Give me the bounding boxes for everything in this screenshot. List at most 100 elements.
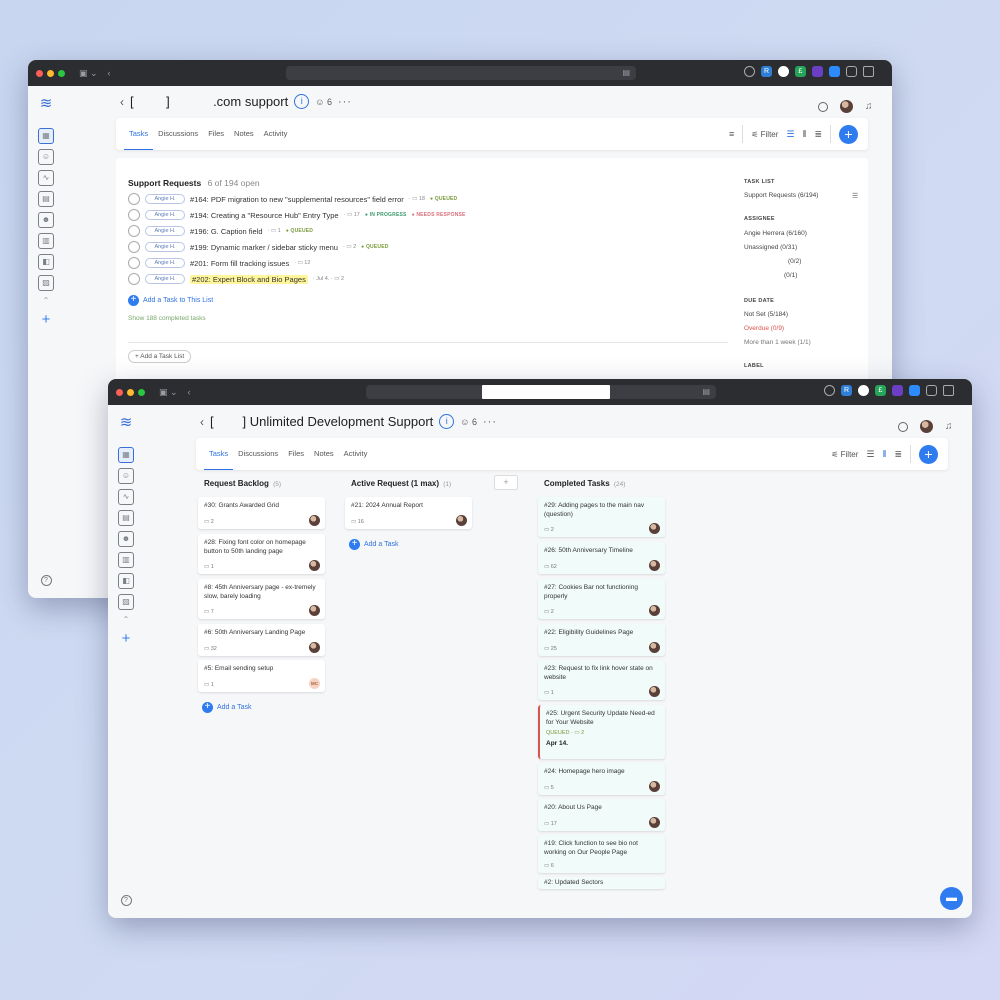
add-button[interactable]: +	[839, 125, 858, 144]
download-icon[interactable]	[824, 385, 835, 396]
task-list-title[interactable]: Support Requests 6 of 194 open	[128, 178, 260, 188]
task-card[interactable]: #30: Grants Awarded Grid ▭ 2	[198, 497, 325, 529]
tab-discussions[interactable]: Discussions	[153, 118, 203, 150]
back-icon[interactable]: ‹	[200, 415, 204, 429]
gantt-view-icon[interactable]: ≣	[894, 449, 902, 460]
extension-r-icon[interactable]: R	[841, 385, 852, 396]
search-icon[interactable]	[898, 422, 908, 432]
tab-notes[interactable]: Notes	[229, 118, 259, 150]
add-column-button[interactable]: +	[494, 475, 518, 490]
assignee-chip[interactable]: Angie H.	[145, 242, 185, 252]
board-view-icon[interactable]: ⦀	[802, 129, 806, 140]
maximize-window-button[interactable]	[58, 70, 65, 77]
assignee-chip[interactable]: Angie H.	[145, 226, 185, 236]
extension-r-icon[interactable]: R	[761, 66, 772, 77]
people-icon[interactable]: ☻	[38, 212, 54, 228]
extension-green-icon[interactable]: £	[875, 385, 886, 396]
column-header-active-request[interactable]: Active Request (1 max) (1)	[351, 479, 451, 488]
due-date-filter-option[interactable]: More than 1 week (1/1)	[744, 339, 811, 346]
add-task-list-button[interactable]: + Add a Task List	[128, 350, 191, 363]
bell-icon[interactable]: ♫	[865, 101, 873, 112]
app-logo-icon[interactable]: ≋	[40, 94, 53, 112]
dashboard-icon[interactable]: ▦	[118, 447, 134, 463]
more-options-icon[interactable]: ···	[338, 96, 352, 108]
search-icon[interactable]	[818, 102, 828, 112]
extension-blue-icon[interactable]	[909, 385, 920, 396]
assignee-filter-option[interactable]: (0/2)	[788, 258, 801, 265]
chat-icon[interactable]: ▬	[940, 887, 963, 910]
tab-discussions[interactable]: Discussions	[233, 438, 283, 470]
more-options-icon[interactable]: ···	[483, 416, 497, 428]
members-count[interactable]: ☺ 6	[315, 97, 332, 107]
bell-icon[interactable]: ♫	[945, 421, 953, 432]
column-header-request-backlog[interactable]: Request Backlog (5)	[204, 479, 281, 488]
task-checkbox[interactable]	[128, 225, 140, 237]
list-view-icon[interactable]: ☰	[866, 449, 874, 460]
share-icon[interactable]	[863, 66, 874, 77]
assignee-chip[interactable]: Angie H.	[145, 274, 185, 284]
task-card[interactable]: #29: Adding pages to the main nav (quest…	[538, 497, 665, 537]
help-icon[interactable]: ?	[121, 895, 132, 906]
task-list-filter-option[interactable]: Support Requests (6/194)	[744, 192, 818, 199]
calendar-icon[interactable]: ▤	[118, 510, 134, 526]
add-button[interactable]: +	[919, 445, 938, 464]
share-icon[interactable]	[943, 385, 954, 396]
task-card[interactable]: #23: Request to fix link hover state on …	[538, 660, 665, 700]
tab-notes[interactable]: Notes	[309, 438, 339, 470]
extension-purple-icon[interactable]	[812, 66, 823, 77]
filter-button[interactable]: ⚟ Filter	[831, 450, 858, 459]
back-arrow-icon[interactable]: ‹	[188, 387, 191, 397]
info-icon[interactable]: i	[294, 94, 309, 109]
tab-activity[interactable]: Activity	[339, 438, 373, 470]
help-icon[interactable]: ?	[41, 575, 52, 586]
show-completed-link[interactable]: Show 188 completed tasks	[128, 315, 206, 322]
task-card[interactable]: #2: Updated Sectors	[538, 877, 665, 889]
task-row[interactable]: Angie H. #164: PDF migration to new "sup…	[128, 193, 457, 205]
task-name[interactable]: #202: Expert Block and Bio Pages	[190, 275, 308, 284]
column-header-completed-tasks[interactable]: Completed Tasks (24)	[544, 479, 625, 488]
task-card[interactable]: #19: Click function to see bio not worki…	[538, 835, 665, 873]
sidebar-toggle-icon[interactable]: ▣ ⌄	[79, 68, 98, 79]
minimize-window-button[interactable]	[47, 70, 54, 77]
task-card[interactable]: #28: Fixing font color on homepage butto…	[198, 534, 325, 574]
tab-tasks[interactable]: Tasks	[204, 438, 233, 470]
extension-blue-icon[interactable]	[829, 66, 840, 77]
reports-icon[interactable]: ∿	[38, 170, 54, 186]
people-icon[interactable]: ☻	[118, 531, 134, 547]
task-checkbox[interactable]	[128, 241, 140, 253]
add-project-icon[interactable]: +	[42, 311, 51, 328]
chevron-up-icon[interactable]: ⌃	[43, 296, 50, 305]
notes-icon[interactable]: ◧	[118, 573, 134, 589]
filter-button[interactable]: ⚟ Filter	[751, 130, 778, 139]
task-name[interactable]: #199: Dynamic marker / sidebar sticky me…	[190, 243, 338, 252]
clipboard-icon[interactable]: ▥	[118, 552, 134, 568]
trash-icon[interactable]: ▨	[38, 275, 54, 291]
shield-icon[interactable]	[926, 385, 937, 396]
user-avatar[interactable]	[920, 420, 933, 433]
reports-icon[interactable]: ∿	[118, 489, 134, 505]
minimize-window-button[interactable]	[127, 389, 134, 396]
task-row[interactable]: Angie H. #196: G. Caption field · ▭ 1 ● …	[128, 225, 313, 237]
address-bar[interactable]: ▤	[366, 385, 716, 399]
download-icon[interactable]	[744, 66, 755, 77]
task-card[interactable]: #5: Email sending setup ▭ 1 MC	[198, 660, 325, 692]
page-menu-icon[interactable]: ▤	[702, 387, 710, 396]
tab-files[interactable]: Files	[283, 438, 309, 470]
assignee-filter-option[interactable]: Angie Herrera (6/160)	[744, 230, 807, 237]
members-count[interactable]: ☺ 6	[460, 417, 477, 427]
add-task-button[interactable]: + Add a Task	[202, 702, 252, 713]
notes-icon[interactable]: ◧	[38, 254, 54, 270]
extension-green-icon[interactable]: £	[795, 66, 806, 77]
task-row[interactable]: Angie H. #202: Expert Block and Bio Page…	[128, 273, 344, 285]
task-checkbox[interactable]	[128, 257, 140, 269]
task-card[interactable]: #24: Homepage hero image ▭ 5	[538, 763, 665, 795]
task-name[interactable]: #196: G. Caption field	[190, 227, 263, 236]
tab-files[interactable]: Files	[203, 118, 229, 150]
app-logo-icon[interactable]: ≋	[120, 413, 133, 431]
task-card[interactable]: #22: Eligibility Guidelines Page ▭ 25	[538, 624, 665, 656]
task-checkbox[interactable]	[128, 209, 140, 221]
dashboard-icon[interactable]: ▦	[38, 128, 54, 144]
list-menu-icon[interactable]: ☰	[852, 192, 858, 200]
task-card[interactable]: #21: 2024 Annual Report ▭ 16	[345, 497, 472, 529]
task-card[interactable]: #8: 45th Anniversary page - ex-tremely s…	[198, 579, 325, 619]
